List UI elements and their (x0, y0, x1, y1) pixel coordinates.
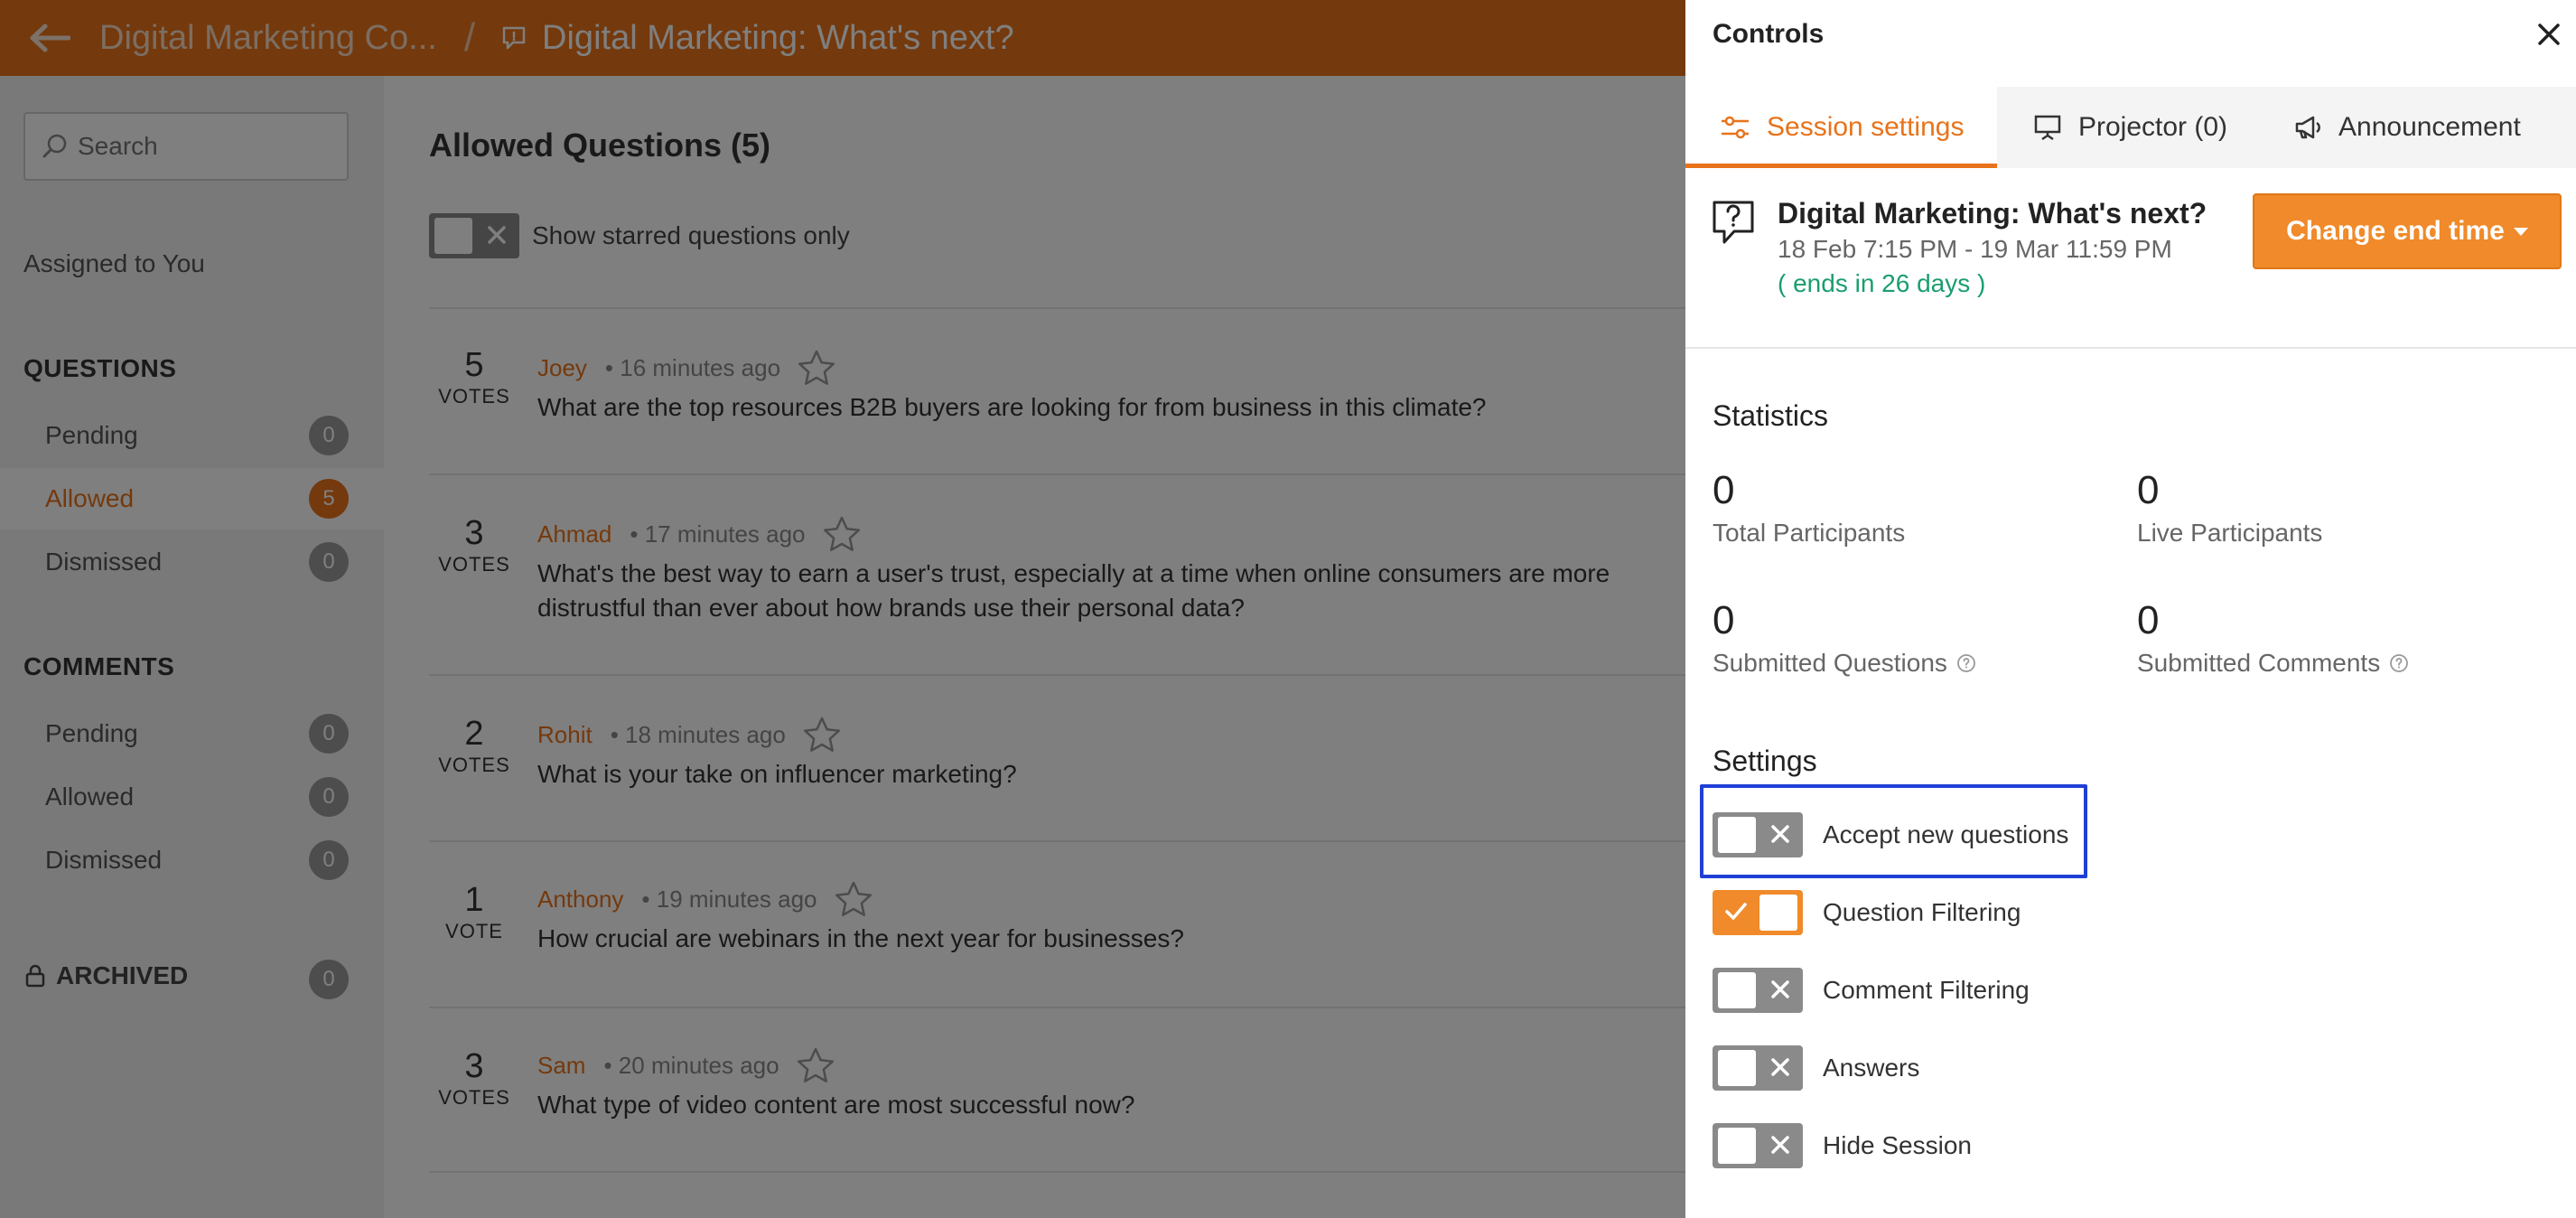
session-card: Digital Marketing: What's next? 18 Feb 7… (1685, 168, 2576, 349)
help-icon[interactable] (1956, 653, 1976, 673)
hide-session-toggle[interactable] (1713, 1123, 1803, 1168)
statistics-heading: Statistics (1713, 399, 1829, 432)
session-ends: ( ends in 26 days ) (1778, 269, 1986, 297)
panel-header: Controls (1685, 0, 2576, 69)
session-dates: 18 Feb 7:15 PM - 19 Mar 11:59 PM (1778, 235, 2172, 263)
panel-tabs: Session settings Projector (0) Announcem… (1685, 87, 2576, 168)
checkmark-icon (1725, 903, 1747, 920)
setting-question-filtering[interactable]: Question Filtering (1713, 890, 2021, 935)
projector-icon (2033, 113, 2062, 142)
question-filtering-toggle[interactable] (1713, 890, 1803, 935)
stat-submitted-questions: 0 Submitted Questions (1713, 598, 1976, 678)
panel-title: Controls (1713, 19, 1825, 49)
stat-submitted-comments: 0 Submitted Comments (2137, 598, 2409, 678)
sliders-icon (1720, 114, 1750, 141)
help-icon[interactable] (2389, 653, 2409, 673)
close-icon (1771, 980, 1789, 998)
stat-total-participants: 0 Total Participants (1713, 468, 1906, 547)
setting-label: Question Filtering (1823, 898, 2021, 926)
answers-toggle[interactable] (1713, 1045, 1803, 1091)
tab-projector[interactable]: Projector (0) (1997, 87, 2259, 168)
setting-label: Comment Filtering (1823, 976, 2030, 1004)
megaphone-icon (2293, 114, 2322, 141)
question-bubble-icon (1711, 199, 1756, 252)
modal-backdrop[interactable] (0, 0, 1685, 1218)
close-icon (1771, 1136, 1789, 1154)
change-end-time-button[interactable]: Change end time (2253, 193, 2562, 269)
tab-session-settings[interactable]: Session settings (1685, 87, 1997, 168)
setting-comment-filtering[interactable]: Comment Filtering (1713, 968, 2030, 1013)
highlight-box (1700, 784, 2087, 878)
tab-announcement[interactable]: Announcement (2259, 87, 2557, 168)
controls-panel: Controls Session settings Projector (0) … (1685, 0, 2576, 1218)
stat-live-participants: 0 Live Participants (2137, 468, 2323, 547)
close-button[interactable] (2531, 16, 2567, 52)
settings-heading: Settings (1713, 745, 1817, 777)
setting-label: Hide Session (1823, 1131, 1972, 1159)
caret-down-icon (2513, 227, 2528, 236)
setting-label: Answers (1823, 1054, 1920, 1082)
comment-filtering-toggle[interactable] (1713, 968, 1803, 1013)
setting-hide-session[interactable]: Hide Session (1713, 1123, 1972, 1168)
close-icon (1771, 1058, 1789, 1076)
session-title: Digital Marketing: What's next? (1778, 197, 2207, 230)
setting-answers[interactable]: Answers (1713, 1045, 1919, 1091)
close-icon (2538, 23, 2560, 45)
